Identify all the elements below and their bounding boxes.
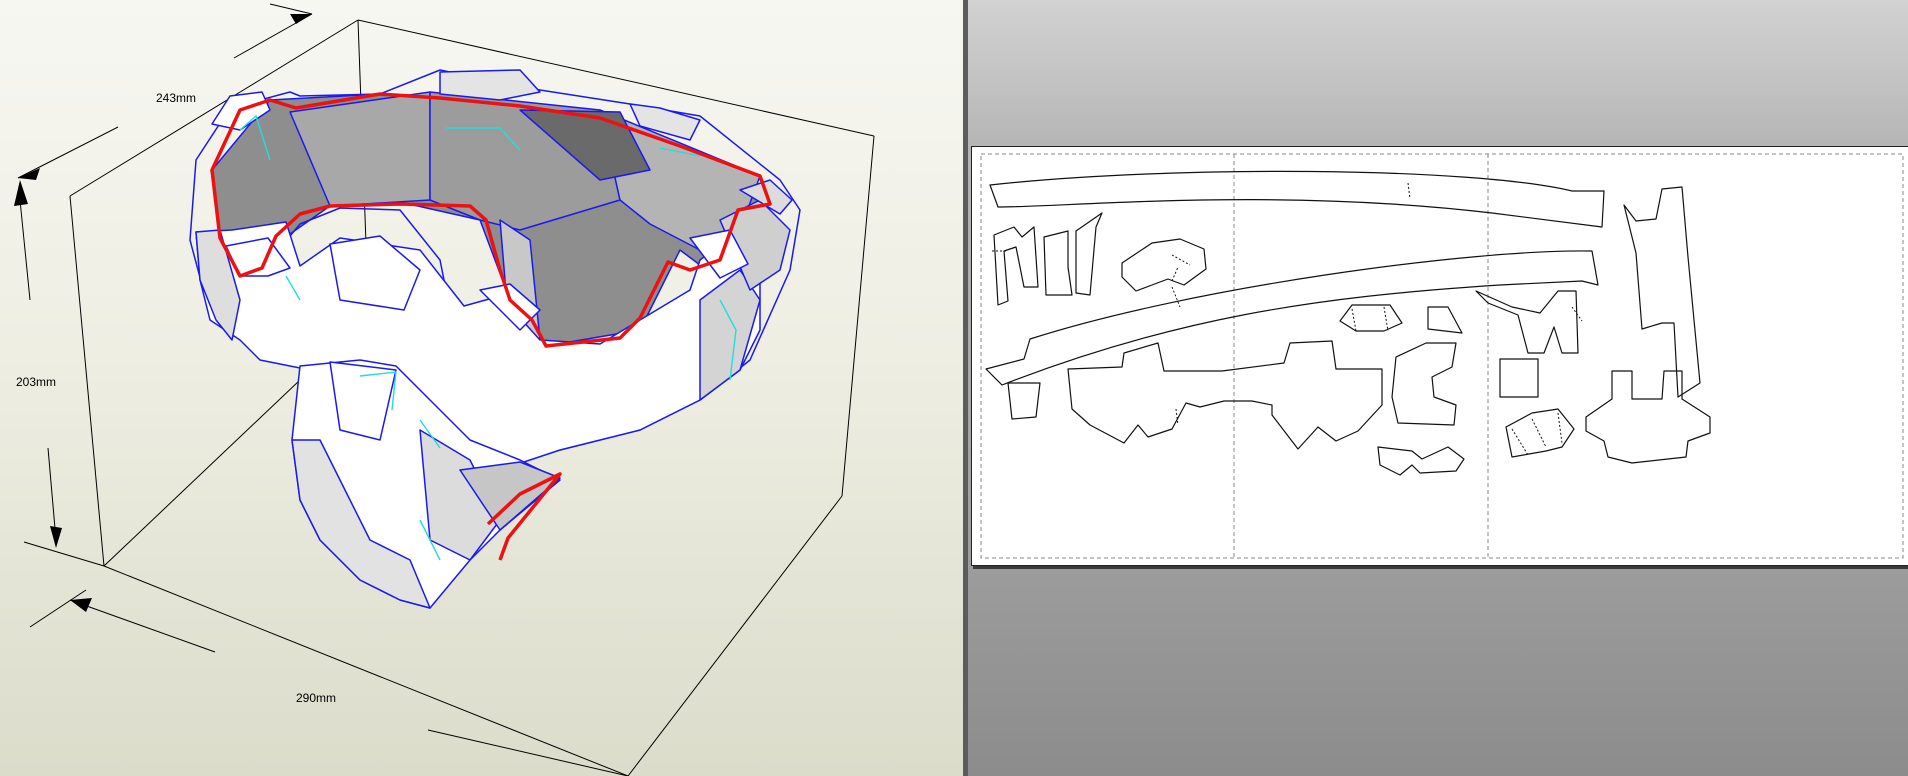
unfold-layout[interactable] (972, 147, 1908, 565)
unfold-piece-e (1475, 290, 1579, 354)
mask-model[interactable] (189, 69, 801, 609)
3d-view-pane[interactable]: 243mm 203mm 290mm (0, 0, 963, 776)
page-boundaries (980, 153, 1904, 559)
unfold-piece-f (1623, 186, 1701, 398)
unfold-piece-j (1499, 358, 1539, 398)
unfold-piece-h (1427, 306, 1463, 334)
unfold-piece-o (1585, 370, 1711, 464)
unfold-piece-l (1391, 342, 1457, 426)
unfold-fold-lines (992, 182, 1583, 456)
3d-viewport[interactable]: 243mm 203mm 290mm (0, 0, 963, 776)
2d-view-pane[interactable] (968, 0, 1908, 776)
dimension-depth-label: 290mm (296, 691, 336, 705)
unfold-piece-c (1075, 212, 1103, 296)
unfold-piece-k (1067, 340, 1383, 450)
dimension-height-label: 203mm (16, 375, 56, 389)
unfold-piece-b (1043, 230, 1073, 296)
unfold-pieces[interactable] (985, 170, 1711, 476)
unfold-piece-strip-top (989, 170, 1605, 228)
dimension-width-label: 243mm (156, 91, 196, 105)
unfold-piece-i (1007, 382, 1041, 420)
unfold-piece-n (1505, 408, 1575, 458)
unfold-piece-d (1121, 238, 1207, 292)
unfold-piece-strip-middle (985, 250, 1599, 386)
unfold-piece-g (1339, 304, 1403, 332)
unfold-piece-a (993, 226, 1039, 306)
print-sheet (971, 146, 1908, 566)
unfold-piece-m (1377, 446, 1465, 476)
